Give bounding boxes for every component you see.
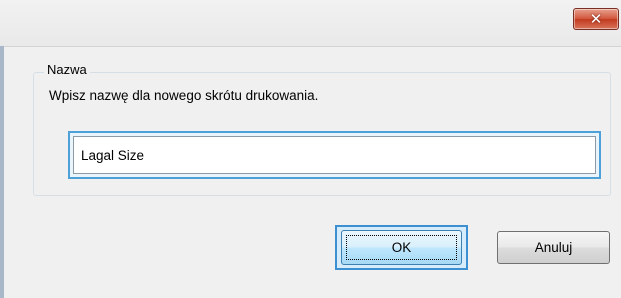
dialog-window: ✕ Nazwa Wpisz nazwę dla nowego skrótu dr…	[0, 0, 621, 298]
close-icon: ✕	[589, 10, 603, 28]
cancel-button-label: Anuluj	[534, 240, 573, 255]
cancel-button[interactable]: Anuluj	[497, 231, 610, 264]
title-bar[interactable]: ✕	[0, 0, 621, 47]
close-button[interactable]: ✕	[573, 8, 619, 30]
shortcut-name-input[interactable]	[73, 136, 596, 174]
ok-focus-rectangle	[346, 235, 457, 260]
groupbox-legend: Nazwa	[44, 61, 90, 79]
instruction-text: Wpisz nazwę dla nowego skrótu drukowania…	[49, 88, 319, 103]
ok-button[interactable]: OK	[341, 230, 462, 265]
